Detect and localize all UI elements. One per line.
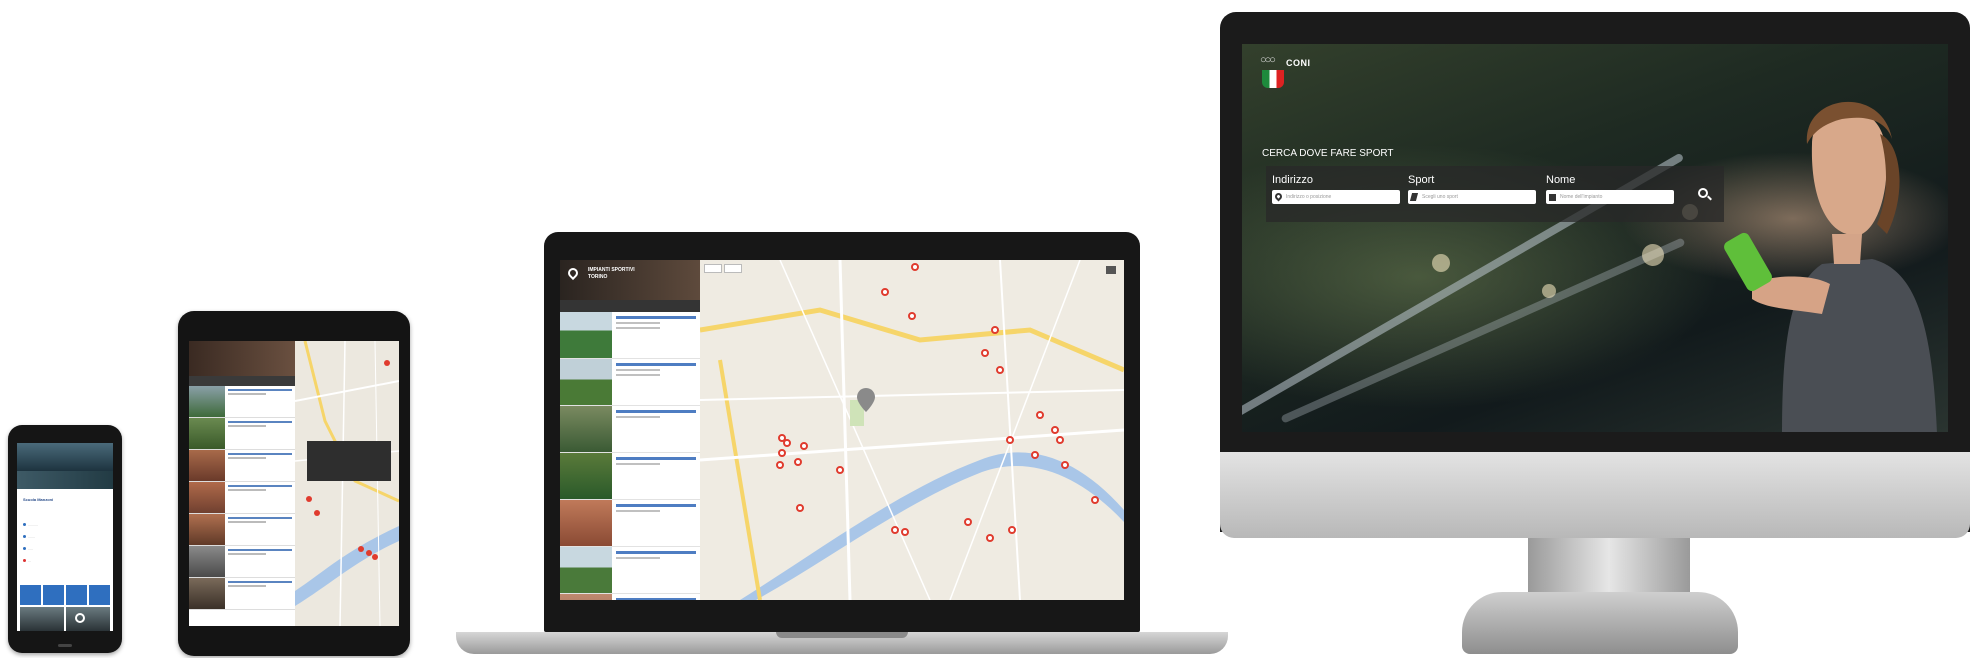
tablet-map-popup[interactable]	[307, 441, 391, 481]
italy-flag-shield-icon	[1262, 70, 1284, 88]
monitor-stand-neck	[1528, 538, 1690, 596]
tablet-search-bar[interactable]	[189, 376, 295, 386]
sport-tile[interactable]	[20, 585, 41, 605]
monitor-chin	[1220, 452, 1970, 538]
search-icon[interactable]	[1698, 188, 1712, 202]
phone-facility-title: Scuola Manzoni	[23, 497, 54, 502]
sport-tile[interactable]	[43, 585, 64, 605]
list-item[interactable]	[189, 514, 295, 546]
sport-placeholder: Scegli uno sport	[1422, 194, 1458, 200]
bokeh-light	[1432, 254, 1450, 272]
tablet-map-graphic	[294, 341, 399, 626]
list-item[interactable]	[560, 500, 700, 547]
tablet-results-list	[189, 341, 295, 626]
sport-input[interactable]: Scegli uno sport	[1408, 190, 1536, 204]
sport-label: Sport	[1408, 174, 1435, 186]
name-placeholder: Nome dell'impianto	[1560, 194, 1603, 200]
name-input[interactable]: Nome dell'impianto	[1546, 190, 1674, 204]
laptop-search-bar[interactable]	[560, 300, 700, 312]
brand-name: CONI	[1286, 58, 1311, 68]
monitor-screen: ○○○ CONI CERCA DOVE FARE SPORT Indirizzo…	[1242, 44, 1948, 432]
phone-info-row: ···	[23, 559, 31, 563]
laptop-device: IMPIANTI SPORTIVI TORINO	[544, 232, 1140, 632]
laptop-notch	[776, 632, 908, 638]
name-field: Nome Nome dell'impianto	[1546, 174, 1674, 204]
address-placeholder: Indirizzo o posizione	[1286, 194, 1332, 200]
sport-tile[interactable]	[89, 585, 110, 605]
laptop-header-subtitle: TORINO	[588, 274, 608, 280]
map-tab[interactable]	[724, 264, 742, 273]
sport-field: Sport Scegli uno sport	[1408, 174, 1536, 204]
list-item[interactable]	[560, 594, 700, 600]
runner-icon	[1409, 193, 1419, 201]
map-tab[interactable]	[704, 264, 722, 273]
search-heading: CERCA DOVE FARE SPORT	[1262, 148, 1394, 159]
phone-sport-tiles	[20, 585, 110, 605]
address-input[interactable]: Indirizzo o posizione	[1272, 190, 1400, 204]
list-item[interactable]	[189, 386, 295, 418]
list-item[interactable]	[560, 406, 700, 453]
monitor-stand-foot	[1462, 592, 1738, 654]
map-pin-icon	[1273, 191, 1284, 202]
address-field: Indirizzo Indirizzo o posizione	[1272, 174, 1400, 204]
phone-home-button	[58, 644, 72, 647]
list-item[interactable]	[189, 482, 295, 514]
phone-facility-photo	[17, 443, 113, 489]
search-icon[interactable]	[75, 613, 85, 623]
tablet-list-header	[189, 341, 295, 376]
list-item[interactable]	[189, 418, 295, 450]
bokeh-light	[1642, 244, 1664, 266]
list-item[interactable]	[560, 453, 700, 500]
tablet-map[interactable]	[294, 341, 399, 626]
laptop-map[interactable]	[699, 260, 1124, 600]
phone-info-row: ··········	[23, 523, 38, 527]
address-label: Indirizzo	[1272, 174, 1313, 186]
laptop-map-graphic	[699, 260, 1124, 600]
phone-info-row: ·····	[23, 547, 33, 551]
tablet-device	[178, 311, 410, 656]
sport-tile[interactable]	[66, 585, 87, 605]
laptop-screen: IMPIANTI SPORTIVI TORINO	[560, 260, 1124, 600]
laptop-header-title: IMPIANTI SPORTIVI	[588, 267, 635, 273]
list-item[interactable]	[560, 359, 700, 406]
laptop-map-tabs	[704, 264, 742, 273]
list-item[interactable]	[560, 547, 700, 594]
building-icon	[1549, 194, 1556, 201]
phone-device: Scuola Manzoni ·········· ······· ····· …	[8, 425, 122, 653]
home-icon[interactable]	[1106, 266, 1116, 274]
list-item[interactable]	[560, 312, 700, 359]
olympic-rings-icon: ○○○	[1260, 54, 1276, 66]
name-label: Nome	[1546, 174, 1576, 186]
list-item[interactable]	[189, 546, 295, 578]
tablet-screen	[189, 341, 399, 626]
list-item[interactable]	[189, 450, 295, 482]
laptop-list-header: IMPIANTI SPORTIVI TORINO	[560, 260, 700, 300]
map-pin-icon	[565, 265, 581, 281]
search-panel: Indirizzo Indirizzo o posizione Sport Sc…	[1266, 166, 1724, 222]
list-item[interactable]	[189, 578, 295, 610]
phone-screen: Scuola Manzoni ·········· ······· ····· …	[17, 443, 113, 631]
laptop-results-list: IMPIANTI SPORTIVI TORINO	[560, 260, 700, 600]
bokeh-light	[1542, 284, 1556, 298]
woman-with-phone-photo	[1724, 101, 1937, 432]
phone-info-row: ·······	[23, 535, 35, 539]
phone-photo-strip	[20, 607, 110, 631]
